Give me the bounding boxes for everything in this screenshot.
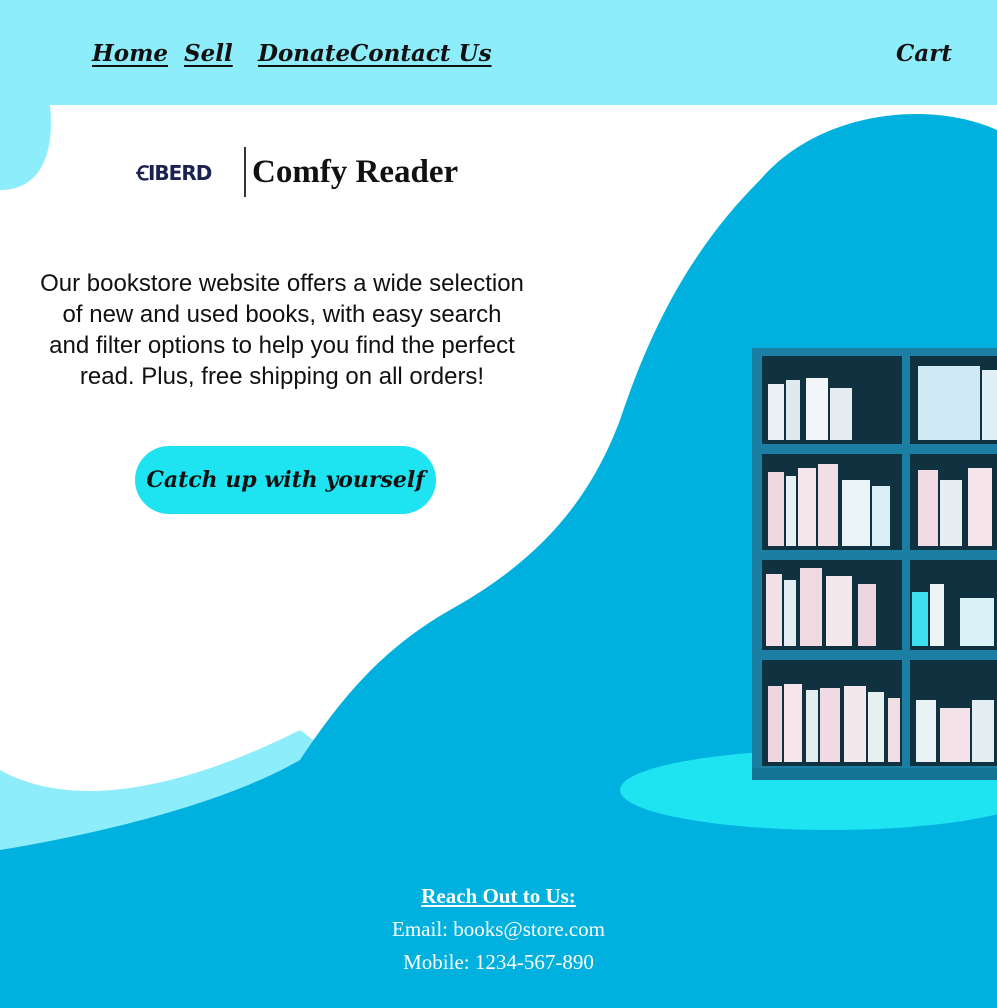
brand-logo-icon: ꞒIBERD bbox=[114, 161, 234, 185]
contact-footer: Reach Out to Us: Email: books@store.com … bbox=[0, 884, 997, 983]
svg-text:ꞒIBERD: ꞒIBERD bbox=[136, 161, 212, 185]
brand-name: Comfy Reader bbox=[252, 153, 459, 190]
bookshelf-illustration bbox=[752, 348, 997, 780]
nav-donate-link[interactable]: Donate bbox=[258, 40, 350, 67]
nav-contact-link[interactable]: Contact Us bbox=[350, 40, 492, 67]
cta-button[interactable]: Catch up with yourself bbox=[135, 446, 436, 514]
footer-mobile: Mobile: 1234-567-890 bbox=[403, 950, 594, 974]
brand-divider bbox=[244, 147, 246, 197]
footer-email: Email: books@store.com bbox=[392, 917, 605, 941]
footer-title: Reach Out to Us: bbox=[421, 884, 576, 908]
nav-home-link[interactable]: Home bbox=[92, 40, 168, 67]
brand-header: ꞒIBERD Comfy Reader bbox=[114, 146, 458, 198]
hero-description: Our bookstore website offers a wide sele… bbox=[40, 270, 524, 390]
nav-sell-link[interactable]: Sell bbox=[184, 40, 233, 67]
top-navigation: Home Sell Donate Contact Us Cart bbox=[0, 40, 997, 80]
nav-cart-link[interactable]: Cart bbox=[896, 40, 952, 67]
